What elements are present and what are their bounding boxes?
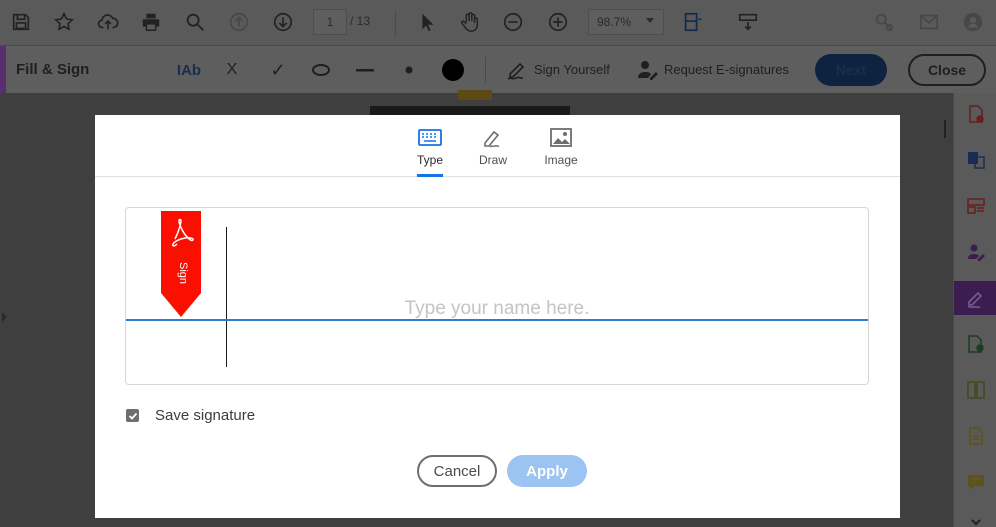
close-button[interactable]: Close (908, 54, 986, 86)
hand-icon[interactable] (455, 6, 485, 38)
tab-type[interactable]: Type (400, 127, 460, 177)
save-icon[interactable] (6, 6, 36, 38)
mail-icon[interactable] (914, 6, 944, 38)
signature-input-area[interactable]: Sign Type your name here. (125, 207, 869, 385)
dot-icon (405, 66, 413, 74)
scrollbar-thumb[interactable] (944, 120, 946, 138)
page-total: / 13 (350, 14, 371, 28)
sign-flag-label: Sign (177, 261, 189, 285)
page-number-input[interactable]: 1 (313, 9, 347, 35)
image-icon (550, 128, 572, 147)
save-signature-row[interactable]: Save signature (126, 407, 255, 424)
export-pdf-icon[interactable] (954, 143, 996, 177)
request-signatures-sidebar-icon[interactable] (954, 235, 996, 269)
edit-pdf-icon[interactable] (954, 327, 996, 361)
divider (485, 57, 486, 83)
upload-icon[interactable] (93, 6, 123, 38)
top-toolbar: 1 / 13 98.7% (0, 0, 996, 45)
pen-icon (484, 130, 500, 148)
ellipse-tool[interactable] (310, 58, 332, 82)
scroll-mode-icon[interactable] (733, 6, 763, 38)
create-pdf-icon[interactable] (954, 97, 996, 131)
prepare-form-icon[interactable] (954, 419, 996, 453)
signature-dialog: Type Draw Image Sign Type your name here… (95, 115, 900, 518)
tab-draw-label: Draw (478, 153, 507, 167)
line-icon (356, 69, 374, 72)
fill-sign-toolbar: Fill & Sign IAb X ✓ Sign Yourself Reques… (0, 45, 996, 94)
request-esignatures-label[interactable]: Request E-signatures (664, 62, 789, 77)
cross-mark-tool[interactable]: X (222, 58, 242, 82)
page-fit-icon[interactable] (677, 6, 707, 38)
search-icon[interactable] (180, 6, 210, 38)
check-mark-tool[interactable]: ✓ (266, 58, 290, 82)
tab-draw[interactable]: Draw (463, 127, 523, 177)
signature-placeholder[interactable]: Type your name here. (126, 298, 868, 320)
tab-type-label: Type (416, 153, 443, 167)
sign-yourself-label[interactable]: Sign Yourself (534, 62, 610, 77)
zoom-in-icon[interactable] (543, 6, 573, 38)
next-button[interactable]: Next (815, 54, 887, 86)
apply-button[interactable]: Apply (507, 455, 587, 487)
account-icon[interactable] (958, 6, 988, 38)
right-sidebar (953, 93, 996, 527)
compare-files-icon[interactable] (954, 373, 996, 407)
fill-sign-sidebar-icon[interactable] (954, 281, 996, 315)
select-arrow-icon[interactable] (412, 6, 442, 38)
accent-bar (0, 46, 6, 94)
page-down-icon[interactable] (268, 6, 298, 38)
page-up-icon[interactable] (224, 6, 254, 38)
request-signature-icon[interactable] (635, 58, 661, 82)
color-picker[interactable] (440, 58, 466, 82)
zoom-out-icon[interactable] (498, 6, 528, 38)
active-tab-indicator (417, 174, 443, 177)
print-icon[interactable] (136, 6, 166, 38)
dot-tool[interactable] (400, 58, 418, 82)
chevron-down-icon[interactable] (646, 18, 654, 23)
signature-tabs: Type Draw Image (95, 115, 900, 177)
tab-image-label: Image (544, 153, 578, 167)
comment-icon[interactable] (954, 465, 996, 499)
document-logo-fragment (370, 90, 570, 118)
save-signature-label: Save signature (155, 407, 256, 424)
cancel-button[interactable]: Cancel (417, 455, 497, 487)
zoom-value: 98.7% (597, 15, 632, 29)
organize-pages-icon[interactable] (954, 189, 996, 223)
divider (395, 10, 396, 36)
signature-baseline (126, 319, 868, 321)
left-panel-toggle-icon[interactable] (2, 312, 7, 322)
tab-image[interactable]: Image (531, 127, 591, 177)
line-tool[interactable] (354, 58, 376, 82)
fill-sign-title: Fill & Sign (16, 61, 90, 78)
ellipse-icon (312, 64, 330, 76)
text-cursor (226, 227, 227, 367)
save-signature-checkbox[interactable] (126, 409, 139, 422)
color-swatch-icon (442, 59, 464, 81)
sign-pen-icon[interactable] (505, 58, 531, 82)
keyboard-icon (418, 129, 442, 146)
add-text-tool[interactable]: IAb (176, 58, 202, 82)
star-icon[interactable] (49, 6, 79, 38)
more-tools-chevron-icon[interactable] (954, 505, 996, 527)
share-icon[interactable] (869, 6, 899, 38)
checkmark-icon (128, 412, 137, 420)
